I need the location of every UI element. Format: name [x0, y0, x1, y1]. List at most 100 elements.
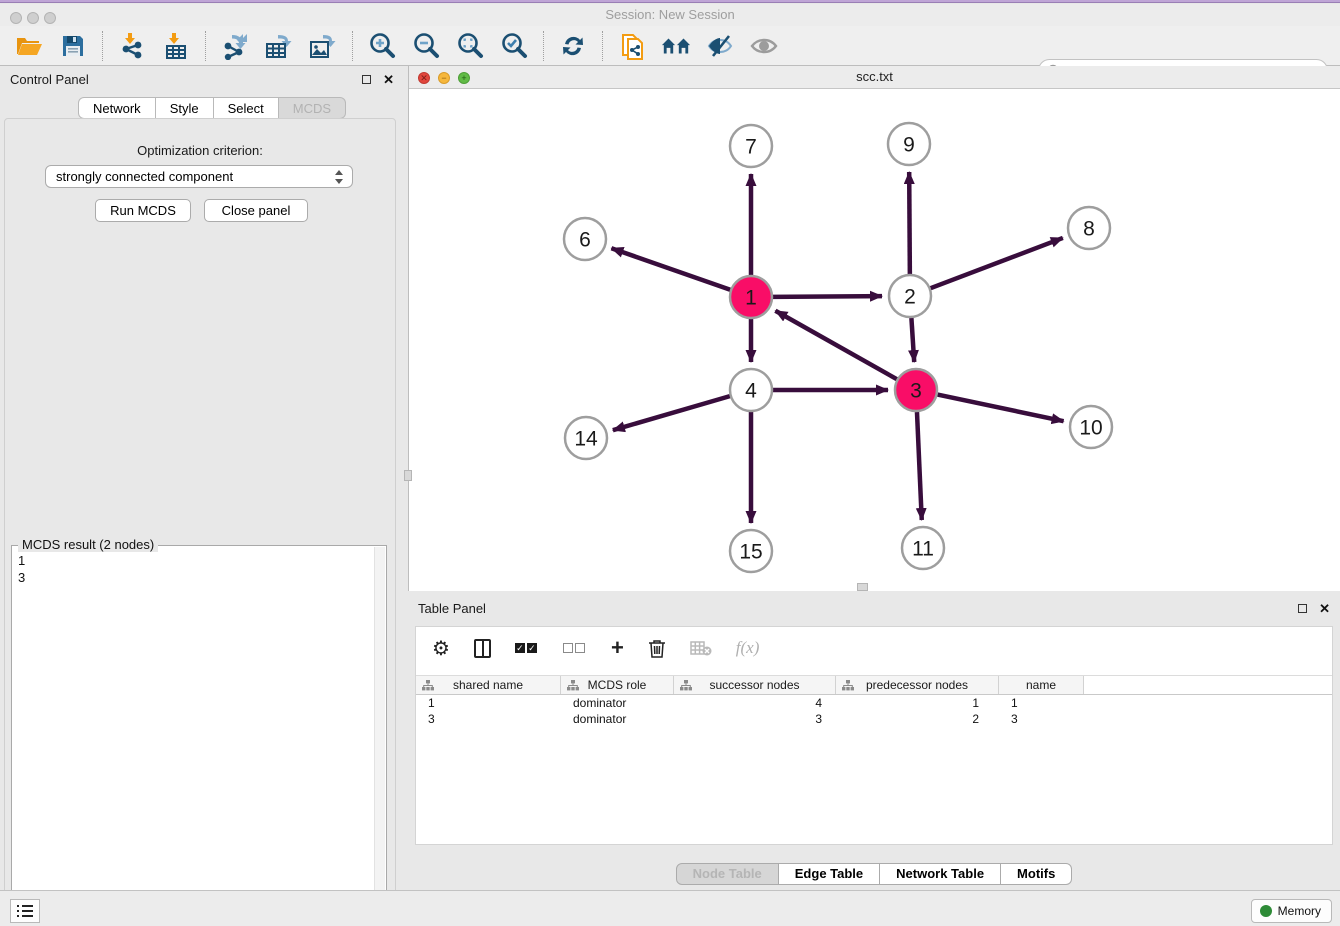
optimization-criterion-label: Optimization criterion:: [5, 143, 395, 158]
tab-network-table[interactable]: Network Table: [880, 863, 1001, 885]
table-toolbar: ⚙ ✓ ✓ + f(x): [416, 627, 1332, 669]
cell-name[interactable]: 1: [999, 695, 1084, 711]
duplicate-network-icon[interactable]: [617, 31, 647, 61]
cell-MCDS-role[interactable]: dominator: [561, 695, 674, 711]
edge-2-3[interactable]: [911, 318, 914, 362]
minimize-network-icon[interactable]: −: [438, 72, 450, 84]
zoom-in-icon[interactable]: [367, 31, 397, 61]
tree-column-icon: [567, 680, 579, 691]
home-icon[interactable]: [661, 31, 691, 61]
table-panel: Table Panel ✕ ⚙ ✓ ✓ +: [408, 595, 1340, 890]
tab-node-table[interactable]: Node Table: [676, 863, 779, 885]
float-panel-icon[interactable]: [362, 75, 371, 84]
memory-status-icon: [1260, 905, 1272, 917]
network-canvas[interactable]: 7968124314101511: [409, 89, 1340, 591]
edge-3-11[interactable]: [917, 412, 922, 520]
network-view-window: ✕ − + scc.txt 7968124314101511: [408, 66, 1340, 591]
network-window-title: scc.txt: [409, 66, 1340, 88]
close-network-icon[interactable]: ✕: [418, 72, 430, 84]
tab-edge-table[interactable]: Edge Table: [779, 863, 880, 885]
mcds-result-title: MCDS result (2 nodes): [18, 537, 158, 552]
edge-2-9[interactable]: [909, 172, 910, 274]
close-panel-button[interactable]: Close panel: [204, 199, 308, 222]
edge-2-8[interactable]: [931, 238, 1063, 288]
node-table-content: ⚙ ✓ ✓ + f(x) shar: [415, 626, 1333, 845]
table-row[interactable]: 3dominator323: [416, 711, 1332, 727]
column-header-predecessor-nodes[interactable]: predecessor nodes: [836, 676, 999, 694]
deselect-all-icon[interactable]: [563, 643, 587, 653]
table-settings-icon[interactable]: ⚙: [432, 636, 450, 661]
mcds-tab-content: Optimization criterion: strongly connect…: [4, 118, 396, 926]
zoom-window-icon[interactable]: [44, 12, 56, 24]
edge-3-1[interactable]: [775, 311, 896, 379]
delete-table-icon: [690, 640, 712, 656]
export-table-icon[interactable]: [264, 31, 294, 61]
cell-name[interactable]: 3: [999, 711, 1084, 727]
splitter-handle[interactable]: [404, 470, 412, 481]
export-image-icon[interactable]: [308, 31, 338, 61]
mcds-result-box: MCDS result (2 nodes) 1 3: [11, 545, 387, 925]
edge-3-10[interactable]: [938, 395, 1064, 422]
refresh-layout-icon[interactable]: [558, 31, 588, 61]
window-titlebar[interactable]: Session: New Session: [0, 4, 1340, 26]
node-label-9: 9: [903, 133, 915, 156]
add-column-icon[interactable]: +: [611, 635, 624, 661]
cell-predecessor-nodes[interactable]: 1: [836, 695, 999, 711]
select-all-icon[interactable]: ✓ ✓: [515, 643, 539, 653]
save-session-icon[interactable]: [58, 31, 88, 61]
node-label-1: 1: [745, 286, 757, 309]
column-header-label: name: [1026, 678, 1056, 692]
mcds-result-text: 1 3: [18, 552, 25, 586]
maximize-network-icon[interactable]: +: [458, 72, 470, 84]
tab-network[interactable]: Network: [78, 97, 156, 119]
checked-box-icon: ✓: [527, 643, 537, 653]
column-header-shared-name[interactable]: shared name: [416, 676, 561, 694]
close-panel-icon[interactable]: ✕: [383, 73, 394, 86]
edge-1-6[interactable]: [611, 248, 730, 290]
cell-predecessor-nodes[interactable]: 2: [836, 711, 999, 727]
zoom-out-icon[interactable]: [411, 31, 441, 61]
splitter-handle[interactable]: [857, 583, 868, 591]
edge-1-2[interactable]: [773, 296, 882, 297]
cell-shared-name[interactable]: 1: [416, 695, 561, 711]
delete-column-icon[interactable]: [648, 638, 666, 658]
edge-4-14[interactable]: [613, 396, 730, 430]
column-header-label: shared name: [453, 678, 523, 692]
cell-successor-nodes[interactable]: 4: [674, 695, 836, 711]
unchecked-box-icon: [563, 643, 573, 653]
result-scrollbar[interactable]: [374, 547, 385, 925]
cell-shared-name[interactable]: 3: [416, 711, 561, 727]
run-mcds-button[interactable]: Run MCDS: [95, 199, 191, 222]
close-table-panel-icon[interactable]: ✕: [1319, 602, 1330, 615]
memory-button[interactable]: Memory: [1251, 899, 1332, 923]
tab-motifs[interactable]: Motifs: [1001, 863, 1072, 885]
tab-mcds[interactable]: MCDS: [279, 97, 346, 119]
export-network-icon[interactable]: [220, 31, 250, 61]
column-visibility-icon[interactable]: [474, 639, 491, 658]
minimize-window-icon[interactable]: [27, 12, 39, 24]
function-builder-icon: f(x): [736, 638, 760, 658]
close-window-icon[interactable]: [10, 12, 22, 24]
eye-icon[interactable]: [749, 31, 779, 61]
float-table-panel-icon[interactable]: [1298, 604, 1307, 613]
cell-MCDS-role[interactable]: dominator: [561, 711, 674, 727]
tree-column-icon: [680, 680, 692, 691]
network-window-titlebar[interactable]: ✕ − + scc.txt: [409, 66, 1340, 89]
column-header-name[interactable]: name: [999, 676, 1084, 694]
column-header-MCDS-role[interactable]: MCDS role: [561, 676, 674, 694]
cell-successor-nodes[interactable]: 3: [674, 711, 836, 727]
open-file-icon[interactable]: [14, 31, 44, 61]
table-panel-tabs: Node TableEdge TableNetwork TableMotifs: [408, 863, 1340, 885]
table-row[interactable]: 1dominator411: [416, 695, 1332, 711]
tab-style[interactable]: Style: [156, 97, 214, 119]
import-table-icon[interactable]: [161, 31, 191, 61]
hide-details-icon[interactable]: [705, 31, 735, 61]
task-history-button[interactable]: [10, 899, 40, 923]
tab-select[interactable]: Select: [214, 97, 279, 119]
network-graph[interactable]: 7968124314101511: [409, 89, 1340, 591]
optimization-criterion-select[interactable]: strongly connected component: [45, 165, 353, 188]
zoom-fit-icon[interactable]: [455, 31, 485, 61]
import-network-icon[interactable]: [117, 31, 147, 61]
column-header-successor-nodes[interactable]: successor nodes: [674, 676, 836, 694]
zoom-selected-icon[interactable]: [499, 31, 529, 61]
